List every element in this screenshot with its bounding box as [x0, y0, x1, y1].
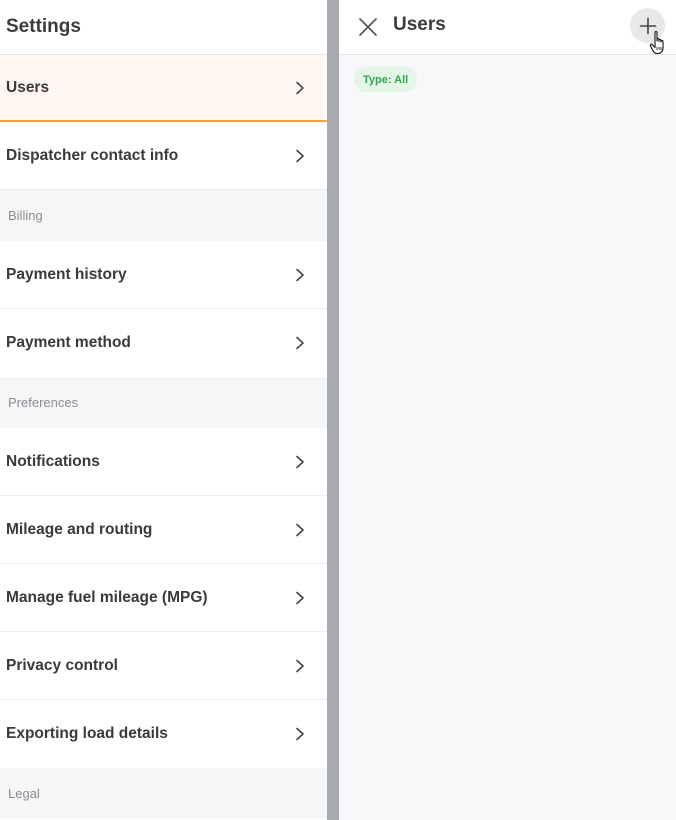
chevron-right-icon: [296, 591, 304, 604]
menu-item-label: Privacy control: [6, 656, 118, 674]
menu-item-privacy-control[interactable]: Privacy control: [0, 632, 327, 700]
filter-chip-type[interactable]: Type: All: [354, 67, 418, 92]
chevron-right-icon: [296, 81, 304, 94]
users-header: Users: [339, 0, 676, 55]
section-header-billing: Billing: [0, 190, 327, 241]
section-header-preferences: Preferences: [0, 377, 327, 428]
menu-item-label: Dispatcher contact info: [6, 146, 179, 164]
menu-item-dispatcher-contact-info[interactable]: Dispatcher contact info: [0, 122, 327, 190]
filter-chip-label: Type: All: [363, 73, 409, 86]
menu-item-mileage-and-routing[interactable]: Mileage and routing: [0, 496, 327, 564]
menu-item-label: Payment history: [6, 265, 127, 283]
hand-cursor-icon: [649, 31, 664, 55]
panel-divider[interactable]: [327, 0, 339, 820]
chevron-right-icon: [296, 336, 304, 350]
chevron-right-icon: [296, 268, 304, 281]
section-header-legal: Legal: [0, 768, 327, 819]
settings-panel: Settings Users Dispatcher contact info B…: [0, 0, 327, 820]
chevron-right-icon: [296, 149, 304, 162]
section-label: Billing: [8, 208, 43, 223]
chevron-right-icon: [296, 727, 304, 741]
menu-item-notifications[interactable]: Notifications: [0, 428, 327, 496]
menu-item-label: Exporting load details: [6, 725, 168, 742]
menu-item-label: Users: [6, 78, 50, 96]
settings-header: Settings: [0, 0, 327, 55]
chevron-right-icon: [296, 659, 304, 672]
panel-title: Users: [393, 14, 446, 35]
menu-item-payment-history[interactable]: Payment history: [0, 241, 327, 309]
menu-item-users[interactable]: Users: [0, 55, 327, 122]
chevron-right-icon: [296, 523, 304, 536]
users-panel: Users Type: All: [339, 0, 676, 820]
menu-item-label: Notifications: [6, 452, 100, 470]
section-label: Preferences: [8, 395, 79, 410]
menu-item-payment-method[interactable]: Payment method: [0, 309, 327, 377]
menu-item-label: Manage fuel mileage (MPG): [6, 588, 208, 606]
chevron-right-icon: [296, 455, 304, 468]
menu-item-label: Mileage and routing: [6, 520, 153, 538]
menu-item-label: Payment method: [6, 334, 131, 351]
page-title: Settings: [6, 16, 81, 37]
menu-item-exporting-load-details[interactable]: Exporting load details: [0, 700, 327, 768]
close-icon[interactable]: [357, 16, 379, 38]
section-label: Legal: [8, 786, 40, 801]
menu-item-manage-fuel-mileage[interactable]: Manage fuel mileage (MPG): [0, 564, 327, 632]
